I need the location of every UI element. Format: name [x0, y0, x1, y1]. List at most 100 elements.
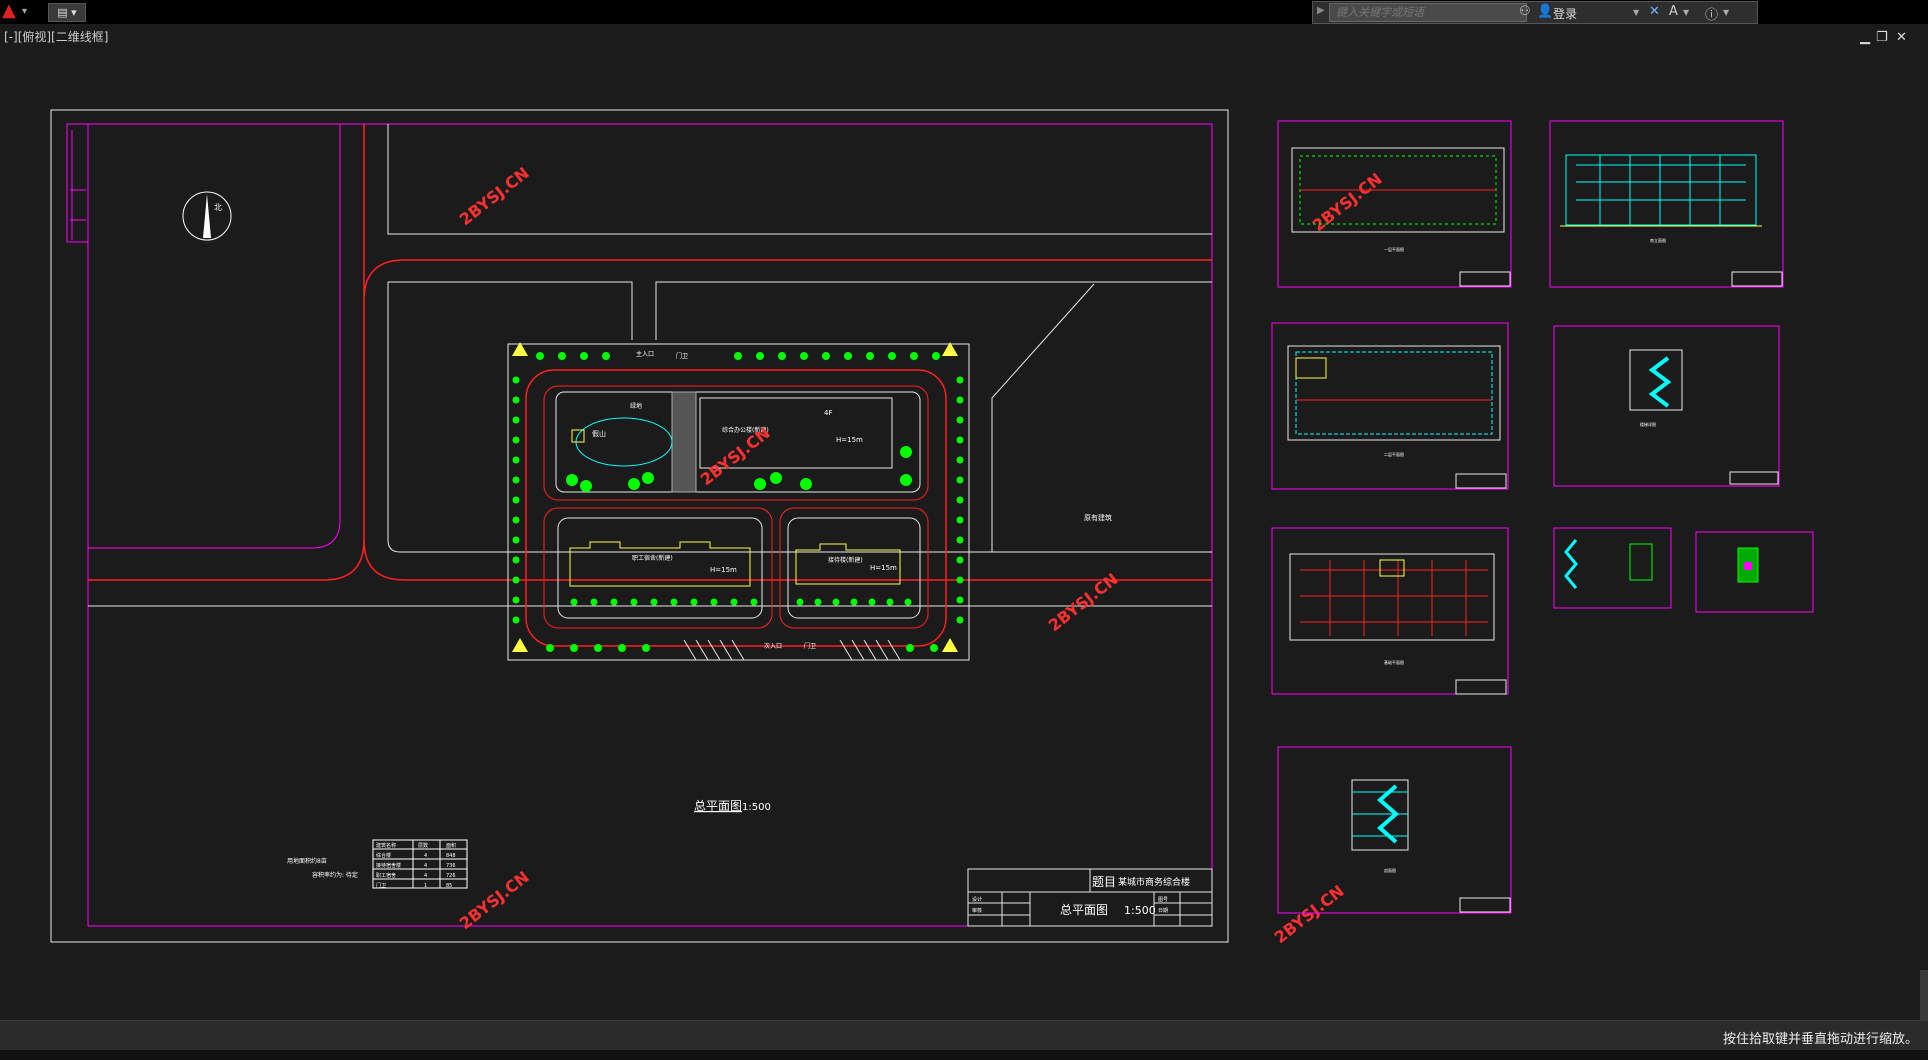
tree-mark	[512, 536, 520, 544]
svg-text:楼梯详图: 楼梯详图	[1640, 421, 1656, 427]
svg-text:接待楼(新建): 接待楼(新建)	[828, 556, 863, 564]
watermarks: 2BYSJ.CN 2BYSJ.CN 2BYSJ.CN 2BYSJ.CN 2BYS…	[456, 163, 1386, 947]
tree-mark	[512, 396, 520, 404]
a360-icon[interactable]: A	[1669, 4, 1678, 19]
tree-mark	[956, 416, 964, 424]
svg-text:门卫: 门卫	[676, 352, 688, 360]
svg-text:接待宿舍楼: 接待宿舍楼	[376, 862, 401, 869]
svg-text:日期: 日期	[1158, 908, 1168, 914]
tree-mark	[670, 598, 678, 606]
tree-mark	[956, 376, 964, 384]
sheet-first-floor-plan[interactable]: 一层平面图	[1277, 120, 1512, 288]
sheet-stair-small[interactable]	[1553, 527, 1672, 609]
tree-mark	[512, 576, 520, 584]
svg-text:原有建筑: 原有建筑	[1084, 513, 1112, 522]
sheet-south-elevation[interactable]: 南立面图	[1549, 120, 1784, 288]
tree-mark	[618, 644, 626, 652]
sheet-stair-detail[interactable]: 楼梯详图	[1553, 325, 1780, 487]
tree-mark	[956, 396, 964, 404]
app-menu-chevron-down-icon[interactable]: ▾	[22, 6, 27, 17]
tree-mark	[750, 598, 758, 606]
svg-text:726: 726	[446, 873, 456, 879]
svg-text:题目: 题目	[1092, 875, 1116, 889]
tree-mark	[814, 598, 822, 606]
tree-mark	[910, 352, 918, 360]
svg-text:建筑名称: 建筑名称	[376, 842, 396, 849]
sheet-section[interactable]: 剖面图	[1277, 746, 1512, 914]
tree-mark	[822, 352, 830, 360]
tree-mark	[512, 516, 520, 524]
tree-mark	[956, 516, 964, 524]
hatched-path	[671, 391, 697, 493]
login-chevron-down-icon[interactable]: ▼	[1633, 8, 1639, 17]
user-icon[interactable]: 👤	[1537, 4, 1553, 19]
svg-text:4: 4	[424, 863, 427, 869]
tree-mark	[512, 376, 520, 384]
tree-mark	[512, 616, 520, 624]
sheet-thumbnails: 一层平面图 南立面图 二层平面图 楼梯详图 基础平面图 剖面图	[1271, 120, 1814, 914]
svg-text:审核: 审核	[972, 907, 982, 914]
tree-mark	[566, 474, 578, 486]
svg-text:4F: 4F	[824, 409, 832, 417]
tree-mark	[866, 352, 874, 360]
exchange-icon[interactable]: ✕	[1649, 4, 1660, 19]
north-label: 北	[214, 203, 222, 212]
tree-mark	[602, 352, 610, 360]
tree-mark	[512, 416, 520, 424]
svg-text:2BYSJ.CN: 2BYSJ.CN	[1045, 569, 1122, 635]
tree-mark	[642, 472, 654, 484]
svg-text:85: 85	[446, 883, 452, 889]
tree-mark	[956, 556, 964, 564]
svg-text:4: 4	[424, 853, 427, 859]
sheet-detail-small[interactable]	[1695, 531, 1814, 613]
svg-text:图号: 图号	[1158, 897, 1168, 903]
tree-mark	[754, 478, 766, 490]
search-input[interactable]	[1329, 3, 1527, 22]
help-icon[interactable]: ⓘ	[1705, 4, 1718, 23]
svg-text:总平面图: 总平面图	[1060, 903, 1108, 917]
tree-mark	[956, 496, 964, 504]
binoculars-icon[interactable]: ⚇	[1519, 4, 1531, 19]
quick-access-button[interactable]: ▤ ▾	[48, 3, 86, 22]
tree-mark	[610, 598, 618, 606]
tree-mark	[690, 598, 698, 606]
svg-text:2BYSJ.CN: 2BYSJ.CN	[456, 163, 533, 229]
login-link[interactable]: 登录	[1553, 5, 1577, 22]
tree-mark	[558, 352, 566, 360]
svg-text:2BYSJ.CN: 2BYSJ.CN	[1271, 881, 1348, 947]
svg-text:职工宿舍(新建): 职工宿舍(新建)	[632, 554, 673, 562]
tree-mark	[594, 644, 602, 652]
svg-text:主入口: 主入口	[636, 350, 654, 358]
svg-text:面积: 面积	[446, 842, 456, 849]
area-table: 建筑名称 层数 面积 综合楼 4 848 接待宿舍楼 4 736 职工宿舍 4 …	[372, 839, 468, 889]
status-bar: 按住拾取键并垂直拖动进行缩放。	[0, 1020, 1928, 1051]
drawing-canvas[interactable]: 北 4F H=15m 综合办公楼(新建) 职工宿舍(新建) H=15m 接待楼(…	[0, 40, 1928, 1020]
sheet-foundation-plan[interactable]: 基础平面图	[1271, 527, 1509, 695]
tree-mark	[630, 598, 638, 606]
tree-mark	[956, 436, 964, 444]
svg-text:假山: 假山	[592, 429, 606, 438]
tree-mark	[844, 352, 852, 360]
sheet-second-floor-plan[interactable]: 二层平面图	[1271, 322, 1509, 490]
expand-arrow-icon[interactable]: ▶	[1317, 5, 1325, 16]
title-block: 题目 某城市商务综合楼 总平面图 1:500 设计 审核 图号 日期	[967, 868, 1213, 927]
tree-mark	[930, 644, 938, 652]
note-far: 容积率约为: 待定	[312, 871, 358, 879]
tree-mark	[512, 436, 520, 444]
document-icon: ▤ ▾	[57, 6, 77, 19]
infocenter-bar: ▶ ⚇ 👤 登录 ▼ ✕ A ▼ ⓘ ▼	[1312, 1, 1758, 24]
roads	[88, 124, 1212, 607]
tree-mark	[900, 474, 912, 486]
autocad-logo-icon[interactable]: ▲	[2, 2, 20, 20]
north-arrow: 北	[182, 191, 232, 241]
help-chevron-down-icon[interactable]: ▼	[1723, 8, 1729, 17]
svg-text:综合楼: 综合楼	[376, 852, 391, 859]
vertical-scrollbar[interactable]	[1920, 970, 1928, 1020]
bottom-strip	[0, 1050, 1928, 1060]
svg-text:绿地: 绿地	[630, 402, 642, 410]
svg-text:设计: 设计	[972, 896, 982, 903]
svg-text:H=15m: H=15m	[710, 566, 737, 574]
a360-chevron-down-icon[interactable]: ▼	[1683, 8, 1689, 17]
tree-mark	[512, 496, 520, 504]
svg-text:剖面图: 剖面图	[1384, 867, 1396, 873]
